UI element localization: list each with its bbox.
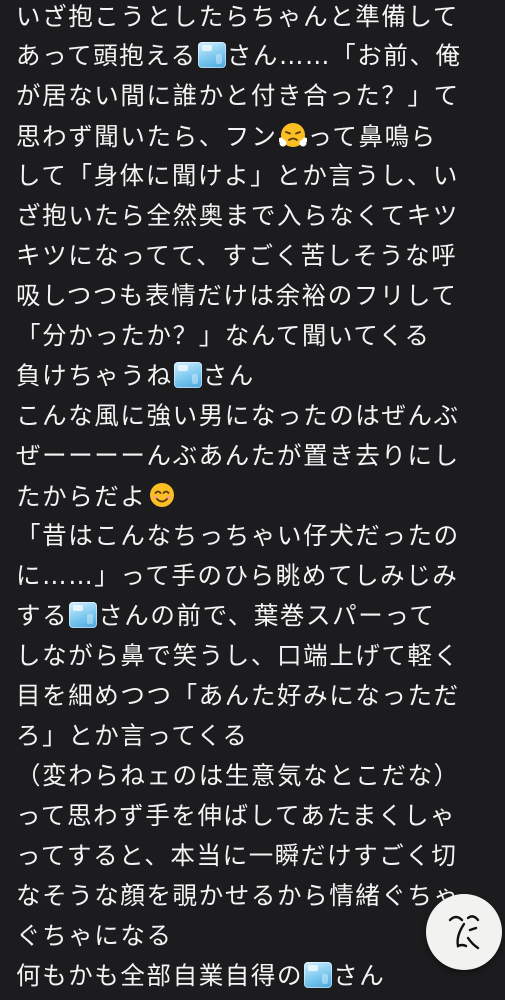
text-line: 「昔はこんなちっちゃい仔犬だったの: [16, 521, 460, 550]
text-line: 負けちゃうね さん: [16, 361, 255, 390]
text-line: 目を細めつつ「あんた好みになっただ: [16, 681, 460, 710]
text-line: ろ」とか言ってくる: [16, 721, 249, 750]
text-line: キツになってて、すごく苦しそうな呼: [16, 241, 458, 270]
text-line: ぜーーーーんぶあんたが置き去りにし: [16, 441, 460, 470]
floating-action-button[interactable]: [426, 894, 502, 970]
text-line: に……」って手のひら眺めてしみじみ: [16, 561, 459, 590]
text-line: が居ない間に誰かと付き合った？」て: [16, 81, 460, 110]
text-line: 思わず聞いたら、フン って鼻鳴ら: [16, 122, 437, 151]
text-line: （変わらねェのは生意気なとこだな）: [16, 761, 460, 790]
ice-cube-icon: [173, 362, 202, 388]
text-line: ってすると、本当に一瞬だけすごく切: [16, 841, 458, 870]
text-line: して「身体に聞けよ」とか言うし、い: [16, 161, 459, 190]
ice-cube-icon: [69, 602, 98, 628]
handwritten-face-icon: [448, 915, 480, 950]
text-line: 吸しつつも表情だけは余裕のフリして: [16, 281, 458, 310]
text-line: ざ抱いたら全然奥まで入らなくてキツ: [16, 201, 459, 230]
text-line: なそうな顔を覗かせるから情緒ぐちゃ: [16, 881, 460, 910]
text-line: しながら鼻で笑うし、口端上げて軽く: [16, 641, 460, 670]
text-line: あって頭抱える さん……「お前、俺: [16, 41, 462, 70]
huffing-face-icon: [278, 123, 307, 147]
text-line: 「分かったか？」なんて聞いてくる: [16, 321, 431, 350]
smiling-face-icon: [149, 483, 174, 507]
text-line: こんな風に強い男になったのはぜんぶ: [16, 401, 460, 430]
ice-cube-icon: [197, 42, 226, 68]
text-line: する さんの前で、葉巻スパーって: [16, 601, 436, 630]
text-line: いざ抱こうとしたらちゃんと準備して: [16, 2, 459, 31]
text-line: たからだよ: [16, 481, 177, 512]
ice-cube-icon: [304, 962, 333, 988]
text-line: 何もかも全部自業自得の さん: [16, 961, 386, 990]
post-body: いざ抱こうとしたらちゃんと準備して あって頭抱える さん……「お前、俺 が居ない間…: [0, 0, 505, 1000]
text-line: って思わず手を伸ばしてあたまくしゃ: [16, 801, 457, 830]
text-line: ぐちゃになる: [16, 921, 173, 950]
